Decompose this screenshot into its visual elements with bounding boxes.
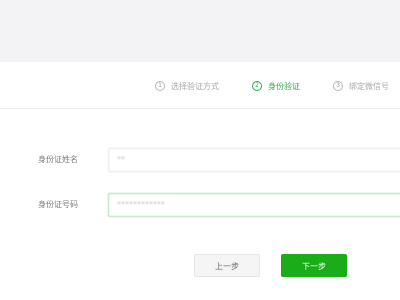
step-number-icon: 3 [333,81,343,91]
id-label: 身份证号码 [38,200,78,209]
step-number-icon: 2 [252,81,262,91]
step-label: 绑定微信号 [349,81,389,91]
prev-step-button[interactable]: 上一步 [194,254,260,277]
step-bind-account: 3 绑定微信号 [333,79,389,93]
name-input[interactable]: ** [108,148,400,172]
next-step-button[interactable]: 下一步 [281,254,347,277]
id-row: 身份证号码 ************ [0,193,400,217]
name-label: 身份证姓名 [38,155,78,164]
id-number-input[interactable]: ************ [108,193,400,217]
header-band [0,0,400,62]
step-label: 选择验证方式 [171,81,219,91]
step-indicator: 1 选择验证方式 2 身份验证 3 绑定微信号 [0,62,400,109]
step-number-icon: 1 [155,81,165,91]
step-select-method: 1 选择验证方式 [155,79,219,93]
step-identity-verify: 2 身份验证 [252,79,300,93]
step-label: 身份验证 [268,81,300,91]
name-row: 身份证姓名 ** [0,148,400,172]
